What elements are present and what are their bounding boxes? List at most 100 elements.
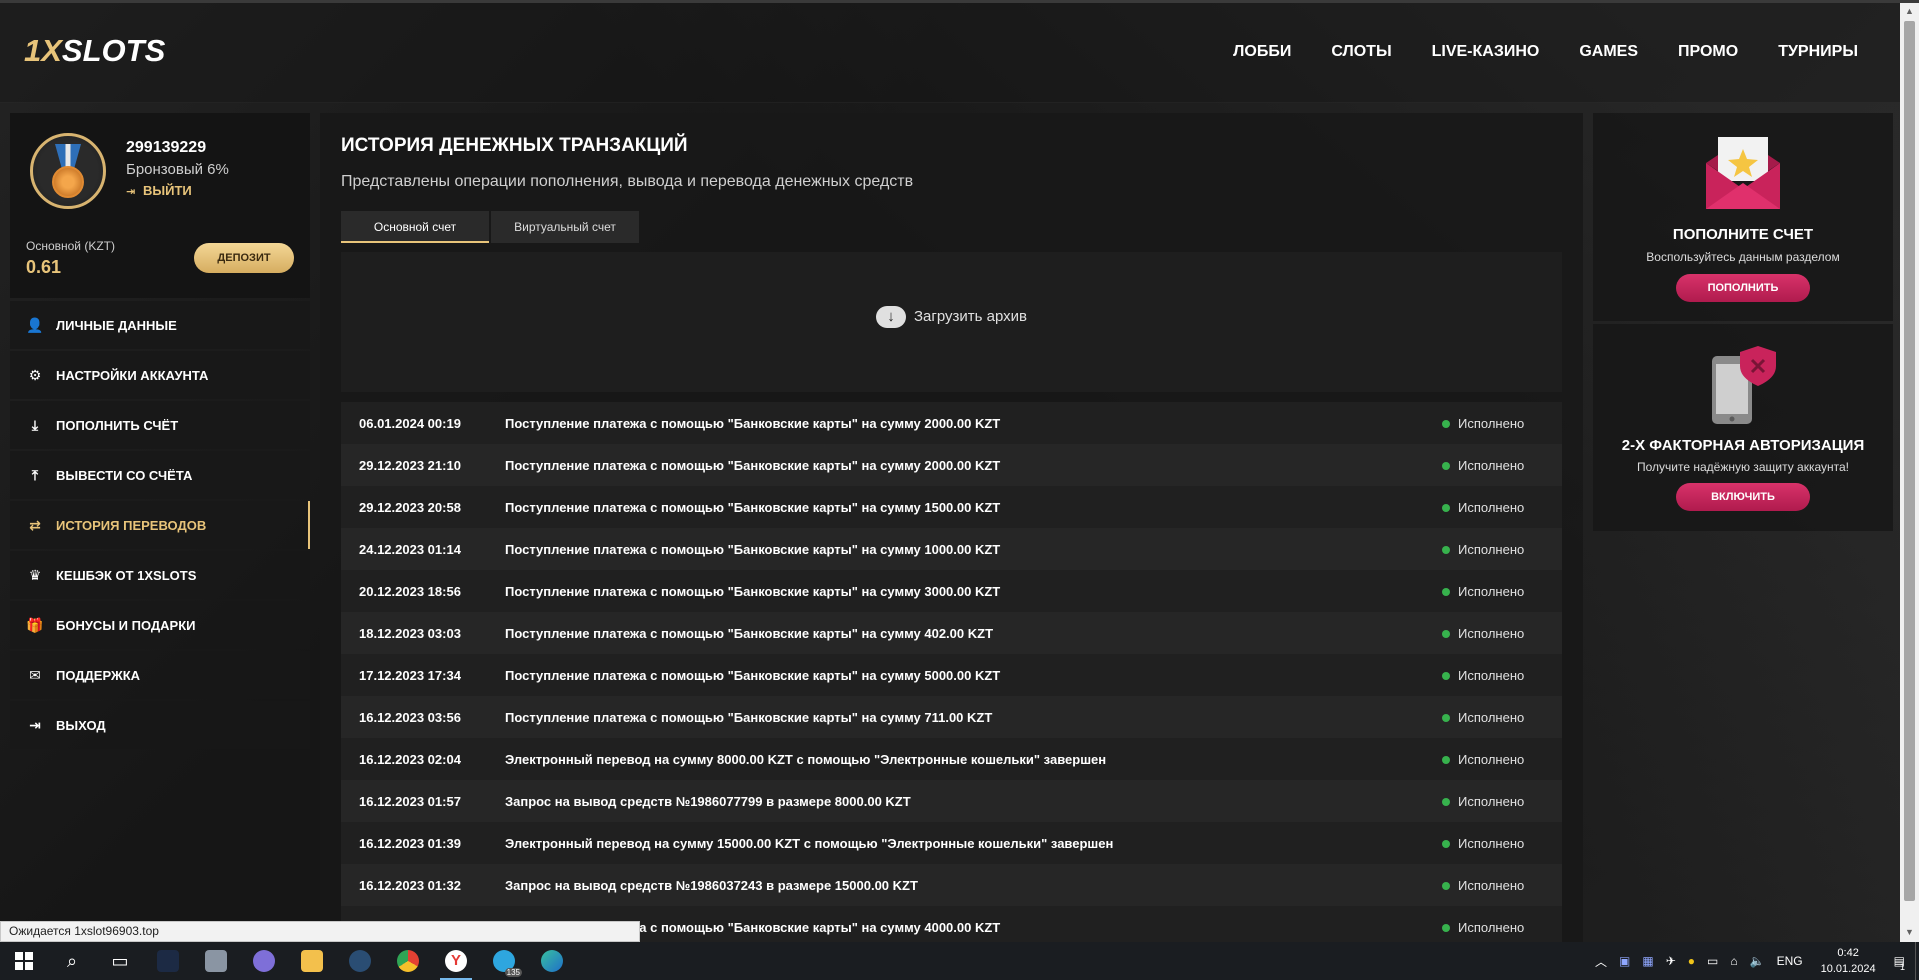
tray-display-icon[interactable]: ▭ (1707, 954, 1718, 968)
scroll-down-icon[interactable]: ▼ (1904, 927, 1915, 937)
search-icon[interactable]: ⌕ (48, 942, 96, 980)
menu-item-personal-data[interactable]: 👤 ЛИЧНЫЕ ДАННЫЕ (10, 301, 310, 349)
menu-item-support[interactable]: ✉ ПОДДЕРЖКА (10, 651, 310, 699)
tx-description: Поступление платежа с помощью "Банковски… (505, 919, 1001, 935)
user-id: 299139229 (126, 139, 207, 156)
tx-description: Поступление платежа с помощью "Банковски… (505, 583, 1001, 599)
menu-item-bonuses[interactable]: 🎁 БОНУСЫ И ПОДАРКИ (10, 601, 310, 649)
envelope-star-icon (1706, 137, 1780, 209)
tx-date: 17.12.2023 17:34 (359, 667, 461, 683)
status-dot-icon (1442, 714, 1450, 723)
sign-out-icon: ⇥ (29, 716, 41, 733)
tab-main-account[interactable]: Основной счет (341, 211, 489, 243)
download-archive-button[interactable]: Загрузить архив (341, 306, 1562, 328)
windows-start-icon[interactable] (0, 942, 48, 980)
tx-status: Исполнено (1442, 710, 1562, 725)
yandex-browser-icon[interactable]: Y (432, 942, 480, 980)
tray-bluetooth-icon[interactable]: ✈ (1666, 954, 1676, 968)
table-row: 16.12.2023 03:56 Поступление платежа с по… (341, 696, 1562, 738)
tx-description: Поступление платежа с помощью "Банковски… (505, 709, 993, 725)
nav-tournaments[interactable]: ТУРНИРЫ (1778, 43, 1858, 61)
tx-description: Поступление платежа с помощью "Банковски… (505, 541, 1001, 557)
taskbar-clock[interactable]: 0:42 10.01.2024 (1821, 945, 1876, 977)
edge-icon[interactable] (528, 942, 576, 980)
nav-promo[interactable]: ПРОМО (1678, 43, 1738, 61)
main-nav: ЛОББИ СЛОТЫ LIVE-КАЗИНО GAMES ПРОМО ТУРН… (1233, 43, 1858, 61)
tx-status-label: Исполнено (1458, 457, 1525, 473)
tray-app-icon[interactable]: ▣ (1619, 954, 1630, 968)
tx-status: Исполнено (1442, 836, 1562, 851)
page-scrollbar[interactable]: ▲ ▼ (1900, 3, 1919, 942)
site-logo[interactable]: 1XSLOTS (24, 33, 165, 69)
tx-status: Исполнено (1442, 752, 1562, 767)
page-subtitle: Представлены операции пополнения, вывода… (341, 173, 914, 190)
file-explorer-icon[interactable] (288, 942, 336, 980)
enable-twofa-button[interactable]: ВКЛЮЧИТЬ (1676, 483, 1810, 511)
logout-link[interactable]: ⇥ ВЫЙТИ (126, 183, 192, 198)
scrollbar-thumb[interactable] (1904, 21, 1915, 901)
menu-item-cashback[interactable]: ♛ КЕШБЭК ОТ 1XSLOTS (10, 551, 310, 599)
tx-description: Поступление платежа с помощью "Банковски… (505, 667, 1001, 683)
tx-status-label: Исполнено (1458, 625, 1525, 641)
gears-icon: ⚙ (28, 366, 42, 383)
table-row: 16.12.2023 02:04 Электронный перевод на с… (341, 738, 1562, 780)
windows-taskbar: ⌕ ▭ Y 135 ︿ ▣ ▦ ✈ ● ▭ ⌂ 🔈 ENG 0:42 10.01… (0, 942, 1919, 980)
tx-status-label: Исполнено (1458, 877, 1525, 893)
show-desktop-button[interactable] (1915, 942, 1919, 980)
logo-accent: 1X (24, 33, 62, 68)
chrome-icon[interactable] (384, 942, 432, 980)
tx-description: Поступление платежа с помощью "Банковски… (505, 457, 1001, 473)
volume-icon[interactable]: 🔈 (1750, 954, 1765, 968)
table-row: 16.12.2023 01:32 Запрос на вывод средств … (341, 864, 1562, 906)
discord-icon[interactable] (240, 942, 288, 980)
tx-status: Исполнено (1442, 458, 1562, 473)
twofa-card: 2-Х ФАКТОРНАЯ АВТОРИЗАЦИЯ Получите надёж… (1593, 324, 1893, 531)
notifications-icon[interactable]: ▤ 1 (1894, 954, 1905, 972)
status-dot-icon (1442, 798, 1450, 807)
browser-status-url: Ожидается 1xslot96903.top (0, 921, 640, 942)
task-view-icon[interactable]: ▭ (96, 942, 144, 980)
system-tray: ︿ ▣ ▦ ✈ ● ▭ ⌂ 🔈 ENG 0:42 10.01.2024 ▤ 1 (1589, 942, 1919, 980)
tx-status: Исполнено (1442, 878, 1562, 893)
deposit-button[interactable]: ДЕПОЗИТ (194, 243, 294, 273)
tray-security-icon[interactable]: ● (1688, 954, 1695, 968)
table-row: 29.12.2023 20:58 Поступление платежа с по… (341, 486, 1562, 528)
menu-item-label: ВЫХОД (56, 717, 106, 733)
sign-out-icon: ⇥ (126, 186, 136, 198)
menu-item-withdraw[interactable]: ⤒ ВЫВЕСТИ СО СЧЁТА (10, 451, 310, 499)
telegram-icon[interactable]: 135 (480, 942, 528, 980)
topup-button[interactable]: ПОПОЛНИТЬ (1676, 274, 1810, 302)
envelope-icon: ✉ (29, 666, 41, 683)
account-label: Основной (KZT) (26, 239, 116, 253)
tab-virtual-account[interactable]: Виртуальный счет (491, 211, 639, 243)
scroll-up-icon[interactable]: ▲ (1904, 6, 1915, 16)
tray-app-icon[interactable]: ▦ (1642, 954, 1653, 968)
menu-item-account-settings[interactable]: ⚙ НАСТРОЙКИ АККАУНТА (10, 351, 310, 399)
gift-icon: 🎁 (26, 616, 44, 633)
tx-status-label: Исполнено (1458, 415, 1525, 431)
profile-card: 299139229 Бронзовый 6% ⇥ ВЫЙТИ Основной (… (10, 113, 310, 298)
nav-slots[interactable]: СЛОТЫ (1331, 43, 1391, 61)
language-indicator[interactable]: ENG (1777, 954, 1803, 968)
menu-item-transfer-history[interactable]: ⇄ ИСТОРИЯ ПЕРЕВОДОВ (10, 501, 310, 549)
telegram-badge: 135 (504, 968, 522, 977)
clock-date: 10.01.2024 (1820, 963, 1876, 975)
nav-lobby[interactable]: ЛОББИ (1233, 43, 1291, 61)
app-icon-gray[interactable] (192, 942, 240, 980)
nav-games[interactable]: GAMES (1579, 43, 1638, 61)
network-icon[interactable]: ⌂ (1730, 954, 1737, 968)
topup-card: ПОПОЛНИТЕ СЧЕТ Воспользуйтесь данным раз… (1593, 113, 1893, 321)
tx-description: Поступление платежа с помощью "Банковски… (505, 499, 1001, 515)
nav-live-casino[interactable]: LIVE-КАЗИНО (1432, 43, 1540, 61)
tx-status-label: Исполнено (1458, 919, 1525, 935)
app-icon-dark[interactable] (144, 942, 192, 980)
menu-item-label: ИСТОРИЯ ПЕРЕВОДОВ (56, 517, 207, 533)
menu-item-exit[interactable]: ⇥ ВЫХОД (10, 701, 310, 749)
twofa-card-title: 2-Х ФАКТОРНАЯ АВТОРИЗАЦИЯ (1621, 437, 1865, 454)
menu-item-deposit[interactable]: ⤓ ПОПОЛНИТЬ СЧЁТ (10, 401, 310, 449)
steam-icon[interactable] (336, 942, 384, 980)
tx-status-label: Исполнено (1458, 499, 1525, 515)
status-dot-icon (1442, 882, 1450, 891)
tx-status: Исполнено (1442, 500, 1562, 515)
tray-expand-icon[interactable]: ︿ (1595, 953, 1607, 970)
